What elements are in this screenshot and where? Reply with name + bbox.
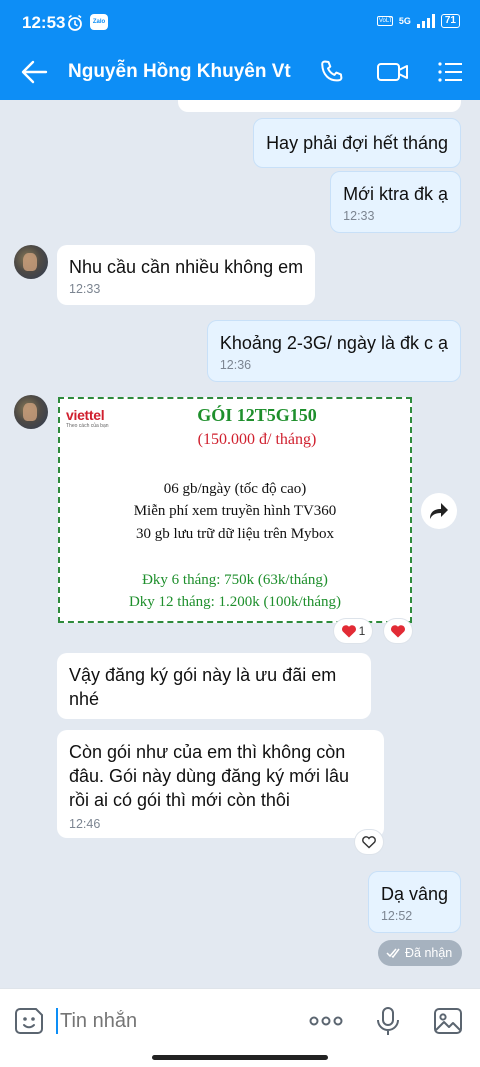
package-price: (150.000 đ/ tháng) [197, 431, 317, 448]
package-feature: Miễn phí xem truyền hình TV360 [133, 503, 337, 519]
text-cursor [56, 1008, 58, 1034]
message-text: Còn gói như của em thì không còn đâu. Gó… [69, 742, 349, 810]
message-bubble-partial [178, 100, 461, 112]
signal-icon [416, 14, 435, 28]
contact-name[interactable]: Nguyễn Hồng Khuyên Vt [68, 61, 291, 83]
reaction-count: 1 [358, 624, 366, 638]
package-offer: Dky 12 tháng: 1.200k (100k/tháng) [128, 594, 342, 610]
zalo-notification-icon: Zalo [90, 14, 108, 30]
react-heart-button[interactable] [384, 619, 412, 643]
status-indicators: VoLTE 5G 71 [376, 14, 460, 28]
message-text: Hay phải đợi hết tháng [266, 133, 448, 153]
received-status-badge: Đã nhận [378, 940, 463, 966]
message-bubble-outgoing[interactable]: Khoảng 2-3G/ ngày là đk c ạ 12:36 [206, 320, 461, 382]
message-bubble-outgoing[interactable]: Hay phải đợi hết tháng [253, 118, 461, 168]
forward-arrow-icon [430, 503, 448, 519]
network-type: 5G [398, 16, 411, 26]
image-gallery-icon[interactable] [432, 1005, 464, 1037]
list-menu-icon[interactable] [436, 58, 464, 86]
message-bubble-outgoing[interactable]: Dạ vâng 12:52 [367, 871, 461, 933]
message-time: 12:52 [380, 909, 413, 923]
avatar[interactable] [14, 245, 48, 279]
heart-outline-icon [362, 836, 376, 849]
package-feature: 06 gb/ngày (tốc độ cao) [163, 481, 307, 497]
message-text: Vậy đăng ký gói này là ưu đãi em nhé [69, 665, 337, 709]
microphone-icon[interactable] [372, 1005, 404, 1037]
status-time: 12:53 [22, 13, 66, 32]
share-forward-button[interactable] [421, 493, 457, 529]
message-text: Dạ vâng [380, 884, 448, 904]
heart-icon [341, 625, 356, 638]
react-heart-button[interactable] [355, 830, 383, 854]
video-camera-icon[interactable] [376, 58, 410, 86]
message-time: 12:36 [219, 358, 252, 372]
message-time: 12:46 [69, 817, 101, 831]
double-check-icon [386, 948, 400, 958]
message-bubble-incoming[interactable]: Còn gói như của em thì không còn đâu. Gó… [57, 730, 384, 838]
package-offer: Đky 6 tháng: 750k (63k/tháng) [142, 572, 328, 588]
package-feature: 30 gb lưu trữ dữ liệu trên Mybox [135, 526, 335, 542]
chat-header: Nguyễn Hồng Khuyên Vt [0, 44, 480, 100]
arrow-left-icon[interactable] [20, 59, 48, 85]
volte-icon: VoLTE [376, 16, 393, 26]
battery-indicator: 71 [440, 14, 460, 28]
message-bubble-outgoing[interactable]: Mới ktra đk ạ 12:33 [330, 171, 461, 233]
message-bubble-incoming[interactable]: Nhu cầu cần nhiều không em 12:33 [57, 245, 316, 305]
package-title: GÓI 12T5G150 [197, 405, 317, 425]
message-bubble-incoming[interactable]: Vậy đăng ký gói này là ưu đãi em nhé [57, 653, 371, 719]
avatar[interactable] [14, 395, 48, 429]
package-image-message[interactable]: viettel Theo cách của bạn GÓI 12T5G150 (… [58, 397, 412, 623]
message-list[interactable]: Hay phải đợi hết tháng Mới ktra đk ạ 12:… [0, 100, 480, 988]
gesture-nav-bar[interactable] [152, 1055, 328, 1060]
heart-icon [391, 625, 405, 638]
message-time: 12:33 [343, 209, 375, 223]
message-text: Mới ktra đk ạ [343, 184, 448, 204]
reaction-count-badge[interactable]: 1 [334, 619, 372, 643]
sticker-face-icon[interactable] [14, 1005, 46, 1037]
received-status-text: Đã nhận [405, 946, 453, 960]
message-text: Nhu cầu cần nhiều không em [69, 257, 304, 277]
message-text: Khoảng 2-3G/ ngày là đk c ạ [219, 333, 448, 353]
status-bar: 12:53 Zalo VoLTE 5G 71 [0, 0, 480, 44]
alarm-icon [68, 14, 82, 31]
message-time: 12:33 [69, 282, 101, 296]
phone-icon[interactable] [318, 58, 346, 86]
message-input[interactable] [60, 1007, 290, 1035]
more-dots-icon[interactable] [308, 1005, 344, 1037]
